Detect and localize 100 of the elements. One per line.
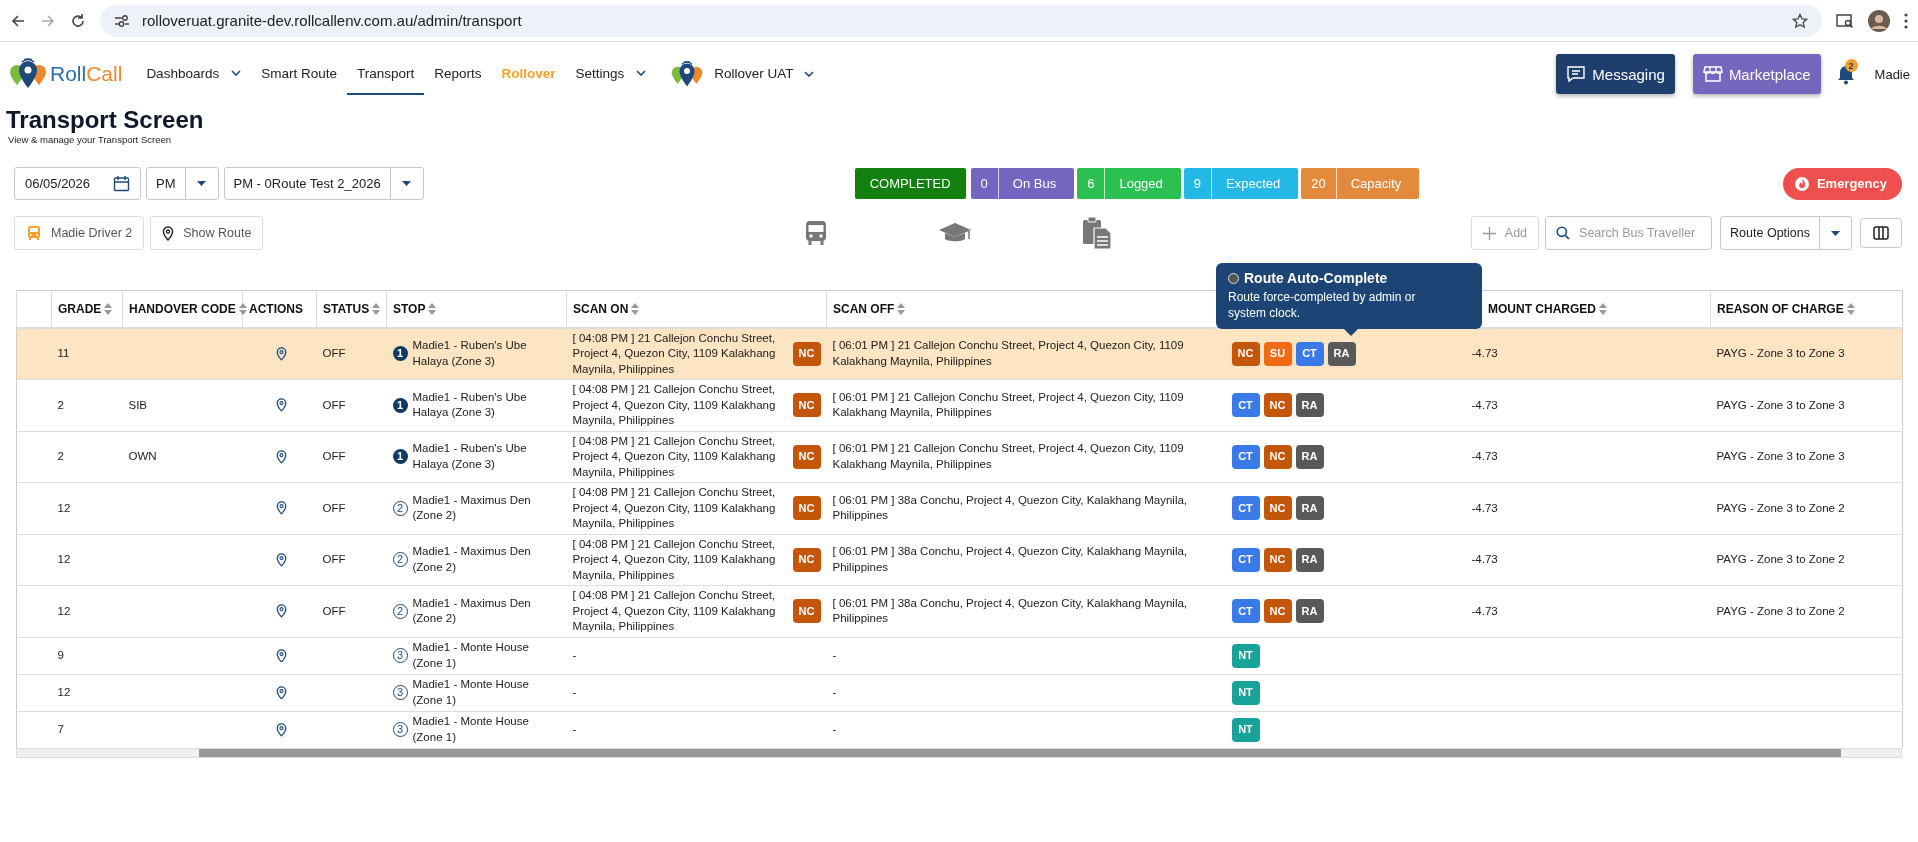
columns-icon bbox=[1873, 226, 1889, 240]
sort-icon[interactable] bbox=[428, 302, 437, 315]
sort-icon[interactable] bbox=[238, 302, 247, 315]
route-status-label: COMPLETED bbox=[854, 168, 966, 199]
organization-switcher[interactable]: Rollover UAT bbox=[670, 59, 814, 89]
amount-cell: -4.73 bbox=[1471, 553, 1498, 565]
nav-link[interactable]: Settings bbox=[565, 53, 657, 95]
chat-icon bbox=[1566, 65, 1587, 83]
date-field[interactable]: 06/05/2026 bbox=[14, 167, 141, 200]
show-route-button[interactable]: Show Route bbox=[150, 216, 264, 250]
status-tag: CT bbox=[1231, 599, 1260, 624]
status-tag: NC bbox=[1263, 599, 1292, 624]
graduation-cap-icon[interactable] bbox=[938, 222, 973, 244]
status-cell: OFF bbox=[322, 501, 346, 514]
star-icon[interactable] bbox=[1792, 12, 1808, 29]
column-header[interactable]: SCAN OFF bbox=[833, 301, 895, 316]
status-tag: NC bbox=[792, 444, 821, 469]
search-icon bbox=[1556, 226, 1571, 240]
status-tag: NC bbox=[1263, 444, 1292, 469]
route-options-dropdown[interactable]: Route Options bbox=[1720, 216, 1852, 250]
counter-label: Expected bbox=[1225, 176, 1282, 191]
page-subtitle: View & manage your Transport Screen bbox=[8, 134, 172, 145]
nav-link[interactable]: Smart Route bbox=[251, 53, 347, 95]
status-tag: NC bbox=[1231, 341, 1260, 366]
amount-cell: -4.73 bbox=[1471, 501, 1498, 514]
scan-on-cell-text: [ 04:08 PM ] 21 Callejon Conchu Street, Project 4, Quezon City, 1109 Kalakhang Maynila, Philippines bbox=[572, 485, 777, 531]
menu-icon[interactable] bbox=[1904, 12, 1908, 29]
status-tag: CT bbox=[1231, 444, 1260, 469]
column-header[interactable]: HANDOVER CODE bbox=[129, 301, 236, 316]
avatar-icon[interactable] bbox=[1868, 9, 1890, 32]
counter-tile[interactable]: 0 On Bus bbox=[970, 168, 1075, 199]
status-tag: RA bbox=[1295, 393, 1324, 418]
sort-icon[interactable] bbox=[897, 302, 906, 315]
messaging-button[interactable]: Messaging bbox=[1556, 54, 1675, 94]
sort-icon[interactable] bbox=[104, 302, 113, 315]
location-pin-icon bbox=[275, 722, 287, 737]
bus-icon[interactable] bbox=[804, 220, 829, 246]
calendar-icon bbox=[113, 175, 130, 192]
status-tag: RA bbox=[1295, 547, 1324, 572]
status-tag: NT bbox=[1231, 680, 1260, 705]
counter-label: Logged bbox=[1118, 176, 1164, 191]
columns-button[interactable] bbox=[1860, 218, 1902, 248]
stop-name: Madie1 - Monte House (Zone 1) bbox=[412, 714, 530, 745]
column-header[interactable]: STATUS bbox=[323, 301, 370, 316]
status-tag: RA bbox=[1295, 599, 1324, 624]
column-header[interactable]: SCAN ON bbox=[573, 301, 629, 316]
notification-count: 2 bbox=[1844, 59, 1858, 72]
status-tag: NC bbox=[792, 496, 821, 521]
column-header[interactable]: REASON OF CHARGE bbox=[1717, 301, 1844, 316]
location-pin-icon bbox=[275, 501, 287, 516]
scan-on-cell-text: [ 04:08 PM ] 21 Callejon Conchu Street, Project 4, Quezon City, 1109 Kalakhang Maynila, Philippines bbox=[572, 588, 777, 634]
location-pin-icon bbox=[275, 449, 287, 464]
store-icon bbox=[1702, 65, 1723, 83]
sort-icon[interactable] bbox=[631, 302, 640, 315]
reason-cell: PAYG - Zone 3 to Zone 3 bbox=[1716, 398, 1845, 411]
notification-button[interactable]: 2 bbox=[1836, 63, 1855, 85]
status-tag: NC bbox=[792, 341, 821, 366]
status-tag: SU bbox=[1263, 341, 1292, 366]
column-header[interactable]: STOP bbox=[393, 301, 426, 316]
url-text: rolloveruat.granite-dev.rollcallenv.com.au/admin/transport bbox=[142, 12, 523, 29]
status-tag: NC bbox=[1263, 547, 1292, 572]
nav-link[interactable]: Reports bbox=[424, 53, 492, 95]
stop-name: Madie1 - Ruben's Ube Halaya (Zone 3) bbox=[412, 389, 528, 421]
status-tag: RA bbox=[1295, 496, 1324, 521]
emergency-button[interactable]: Emergency bbox=[1782, 167, 1902, 200]
counter-value: 9 bbox=[1183, 168, 1213, 199]
user-name[interactable]: Madie bbox=[1874, 66, 1910, 82]
stop-name: Madie1 - Monte House (Zone 1) bbox=[412, 640, 530, 671]
nav-link[interactable]: Dashboards bbox=[136, 53, 252, 95]
location-pin-icon bbox=[275, 648, 287, 663]
driver-button[interactable]: Madie Driver 2 bbox=[14, 216, 145, 250]
clipboard-icon[interactable] bbox=[1082, 216, 1113, 250]
status-tag: NC bbox=[792, 393, 821, 418]
sort-icon[interactable] bbox=[1846, 302, 1855, 315]
location-pin-icon bbox=[275, 346, 287, 361]
status-tag: NC bbox=[792, 547, 821, 572]
sort-icon[interactable] bbox=[372, 302, 381, 315]
column-header[interactable]: ACTIONS bbox=[249, 301, 303, 316]
tab-search-icon[interactable] bbox=[1836, 12, 1854, 29]
search-field[interactable]: Search Bus Traveller bbox=[1545, 216, 1713, 250]
address-bar[interactable]: rolloveruat.granite-dev.rollcallenv.com.au/admin/transport bbox=[100, 4, 1822, 37]
status-tag: NT bbox=[1231, 643, 1260, 668]
back-icon[interactable] bbox=[10, 12, 26, 29]
stop-number: 1 bbox=[392, 346, 408, 362]
status-tag: CT bbox=[1231, 496, 1260, 521]
nav-link[interactable]: Transport bbox=[346, 53, 425, 95]
reload-icon[interactable] bbox=[70, 12, 86, 29]
grade-cell: 2 bbox=[57, 450, 64, 462]
period-dropdown[interactable]: PM bbox=[146, 167, 219, 200]
logo-text: RollCall bbox=[50, 62, 123, 86]
route-dropdown[interactable]: PM - 0Route Test 2_2026 bbox=[223, 167, 424, 200]
column-header[interactable]: MOUNT CHARGED bbox=[1488, 301, 1596, 316]
site-settings-icon[interactable] bbox=[114, 13, 130, 28]
marketplace-button[interactable]: Marketplace bbox=[1692, 54, 1821, 94]
status-tag: CT bbox=[1231, 547, 1260, 572]
column-header[interactable]: GRADE bbox=[58, 301, 102, 316]
location-pin-icon bbox=[275, 398, 287, 413]
sort-icon[interactable] bbox=[1599, 302, 1607, 315]
counter-label: Capacity bbox=[1349, 176, 1403, 191]
scan-off-cell-text: [ 06:01 PM ] 38a Conchu, Project 4, Quezon City, Kalakhang Maynila, Philippines bbox=[832, 595, 1189, 627]
